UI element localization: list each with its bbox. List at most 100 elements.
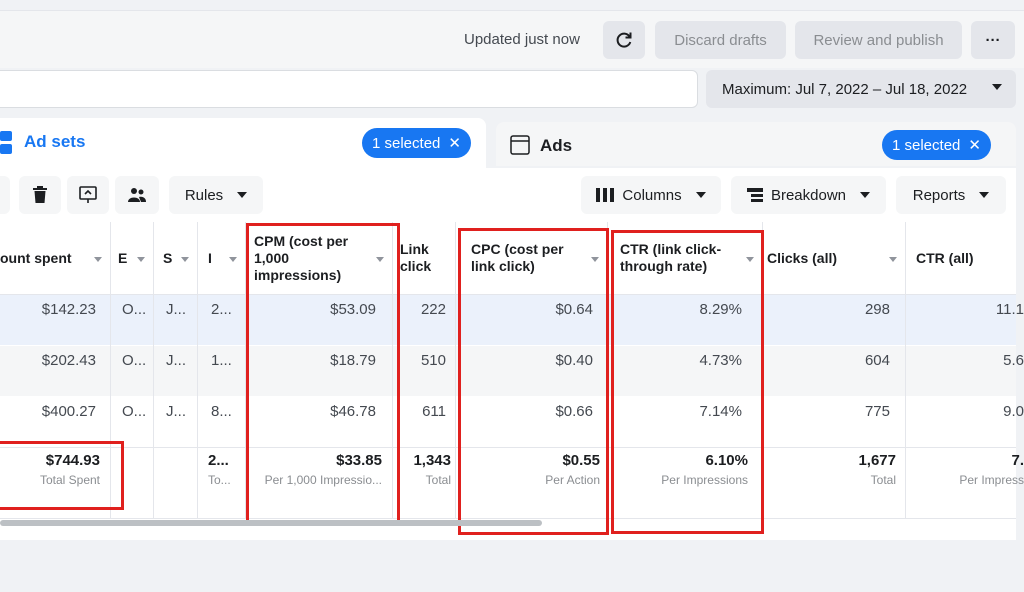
highlight-box-cpc	[458, 228, 609, 535]
sort-icon	[889, 257, 897, 262]
rules-label: Rules	[184, 186, 224, 204]
chevron-down-icon	[992, 84, 1002, 90]
cell-link-clicks: 222	[420, 301, 446, 318]
total-clicks-sub: Total	[870, 473, 896, 487]
columns-dropdown[interactable]: Columns	[581, 176, 721, 214]
total-link-clicks: 1,343 Total	[392, 452, 451, 487]
chevron-down-icon	[237, 192, 248, 198]
cell-e: O...	[122, 301, 147, 318]
discard-drafts-button[interactable]: Discard drafts	[655, 21, 786, 59]
cell-link-clicks: 611	[422, 403, 446, 420]
audience-button[interactable]	[115, 176, 159, 214]
header-col-s-label: S	[163, 249, 173, 266]
total-link-value: 1,343	[413, 452, 451, 469]
refresh-button[interactable]	[603, 21, 645, 59]
header-col-s[interactable]: S	[153, 222, 197, 294]
columns-icon	[596, 188, 615, 202]
trash-icon	[33, 186, 47, 203]
highlight-box-spent	[0, 441, 124, 510]
ad-sets-selected-pill[interactable]: 1 selected ✕	[362, 128, 471, 158]
total-link-sub: Total	[425, 473, 451, 487]
cell-e: O...	[122, 403, 147, 420]
breakdown-dropdown[interactable]: Breakdown	[731, 176, 886, 214]
reports-label: Reports	[912, 186, 966, 204]
header-col-i-label: I	[208, 249, 212, 266]
sort-icon	[94, 257, 102, 262]
ad-sets-icon	[0, 131, 12, 154]
chevron-down-icon	[695, 192, 706, 198]
cell-link-clicks: 510	[420, 352, 446, 369]
ads-selected-pill[interactable]: 1 selected ✕	[882, 130, 991, 160]
tab-ad-sets[interactable]: Ad sets 1 selected ✕	[0, 118, 486, 170]
cell-ctr-all: 9.0	[1003, 403, 1024, 420]
header-ctr-all[interactable]: CTR (all)	[905, 222, 1016, 294]
date-range-label: Maximum: Jul 7, 2022 – Jul 18, 2022	[722, 80, 968, 98]
sort-icon	[229, 257, 237, 262]
close-icon[interactable]: ✕	[968, 136, 981, 154]
reports-dropdown[interactable]: Reports	[896, 176, 1006, 214]
highlight-box-cpm	[246, 223, 400, 523]
review-publish-button[interactable]: Review and publish	[795, 21, 962, 59]
total-clicks-value: 1,677	[858, 452, 896, 469]
horizontal-scrollbar[interactable]	[0, 520, 542, 526]
header-col-e-label: E	[118, 249, 128, 266]
cell-spent: $202.43	[41, 352, 96, 369]
cell-s: J...	[166, 301, 187, 318]
cell-clicks-all: 775	[864, 403, 890, 420]
sort-icon	[137, 257, 145, 262]
cell-spent: $400.27	[41, 403, 96, 420]
total-clicks-all: 1,677 Total	[762, 452, 896, 487]
ad-icon	[510, 135, 530, 155]
total-ctr-all-sub: Per Impress	[959, 473, 1024, 487]
total-ctr-all: 7. Per Impress	[905, 452, 1024, 487]
toolbar-cutoff-button[interactable]	[0, 176, 10, 214]
header-col-e[interactable]: E	[110, 222, 153, 294]
more-options-button[interactable]: ···	[971, 21, 1015, 59]
header-link-clicks[interactable]: Link click	[392, 222, 455, 294]
cell-i: 1...	[211, 352, 232, 369]
header-col-i[interactable]: I	[197, 222, 245, 294]
close-icon[interactable]: ✕	[448, 134, 461, 152]
cell-spent: $142.23	[41, 301, 96, 318]
total-i-value: 2...	[208, 452, 229, 469]
header-clicks-all[interactable]: Clicks (all)	[762, 222, 905, 294]
refresh-icon	[616, 32, 632, 48]
preview-button[interactable]	[67, 176, 109, 214]
cell-s: J...	[166, 352, 187, 369]
sort-icon	[181, 257, 189, 262]
preview-icon	[79, 186, 97, 203]
people-icon	[128, 188, 146, 202]
breakdown-label: Breakdown	[770, 186, 847, 204]
tab-ad-sets-label: Ad sets	[24, 132, 86, 151]
cell-i: 8...	[211, 403, 232, 420]
cell-s: J...	[166, 403, 187, 420]
cell-e: O...	[122, 352, 147, 369]
tab-ads[interactable]: Ads 1 selected ✕	[496, 122, 1016, 166]
search-filter-input[interactable]	[0, 70, 698, 108]
updated-status: Updated just now	[464, 31, 580, 48]
header-amount-spent[interactable]: ount spent	[0, 222, 110, 294]
header-link-clicks-label: Link click	[400, 241, 432, 274]
cell-ctr-all: 5.6	[1003, 352, 1024, 369]
total-ctr-all-value: 7.	[1011, 452, 1024, 469]
cell-clicks-all: 298	[864, 301, 890, 318]
total-i: 2... To...	[208, 452, 244, 487]
ads-selected-label: 1 selected	[892, 136, 961, 154]
delete-button[interactable]	[19, 176, 61, 214]
cell-ctr-all: 11.1	[995, 301, 1024, 318]
header-ctr-all-label: CTR (all)	[916, 249, 974, 266]
chevron-down-icon	[979, 192, 990, 198]
header-clicks-all-label: Clicks (all)	[767, 249, 838, 266]
date-range-picker[interactable]: Maximum: Jul 7, 2022 – Jul 18, 2022	[706, 70, 1016, 108]
breakdown-icon	[746, 188, 763, 202]
columns-label: Columns	[622, 186, 682, 204]
tab-ads-label: Ads	[540, 136, 573, 155]
highlight-box-ctr	[611, 230, 764, 534]
total-i-sub: To...	[208, 473, 231, 487]
rules-dropdown[interactable]: Rules	[169, 176, 263, 214]
ad-sets-selected-label: 1 selected	[372, 134, 441, 152]
cell-clicks-all: 604	[864, 352, 890, 369]
chevron-down-icon	[860, 192, 871, 198]
cell-i: 2...	[211, 301, 232, 318]
header-amount-spent-label: ount spent	[0, 249, 72, 266]
